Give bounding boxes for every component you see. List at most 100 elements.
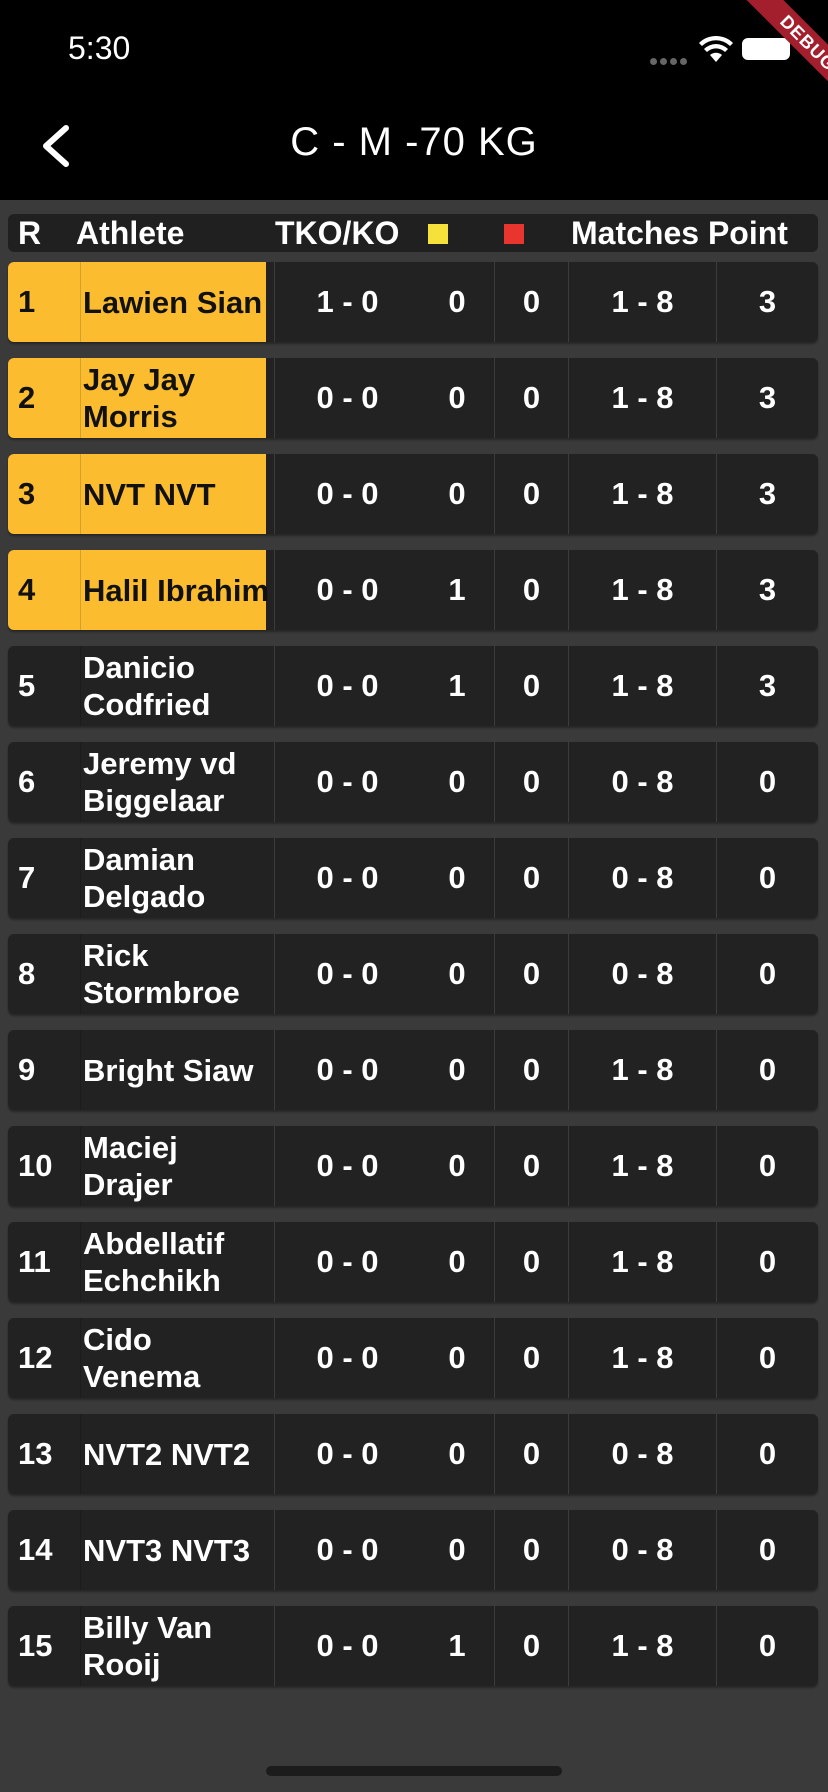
row-yellow-cards: 0 xyxy=(448,1532,466,1567)
table-row[interactable]: 8 Rick Stormbroe 0 - 0000 - 80 xyxy=(8,934,818,1014)
table-row[interactable]: 4 Halil Ibrahim 0 - 0 101 - 83 xyxy=(8,550,818,630)
row-points: 0 xyxy=(716,934,818,1014)
row-points: 0 xyxy=(716,1606,818,1686)
row-athlete-name: Jeremy vd Biggelaar xyxy=(80,742,274,822)
row-matches: 1 - 8 xyxy=(568,1318,716,1398)
row-rank: 4 xyxy=(18,572,36,607)
row-matches: 0 - 8 xyxy=(568,1414,716,1494)
header-tko: TKO/KO xyxy=(275,215,400,251)
row-matches: 1 - 8 xyxy=(568,1222,716,1302)
row-matches: 0 - 8 xyxy=(568,838,716,918)
row-points: 0 xyxy=(716,1222,818,1302)
table-row[interactable]: 13 NVT2 NVT2 0 - 0000 - 80 xyxy=(8,1414,818,1494)
row-yellow-cards: 0 xyxy=(448,1244,466,1279)
row-athlete-name: Rick Stormbroe xyxy=(80,934,274,1014)
row-points: 0 xyxy=(716,1510,818,1590)
row-yellow-cards: 0 xyxy=(448,476,466,511)
row-yellow-cards: 0 xyxy=(448,284,466,319)
table-row[interactable]: 7 Damian Delgado 0 - 0000 - 80 xyxy=(8,838,818,918)
row-matches: 0 - 8 xyxy=(568,1510,716,1590)
row-rank: 9 xyxy=(18,1052,36,1087)
row-yellow-cards: 1 xyxy=(448,668,466,703)
row-red-cards: 0 xyxy=(494,454,568,534)
row-points: 3 xyxy=(716,262,818,342)
row-tko: 0 - 0 xyxy=(274,1318,420,1398)
table-row[interactable]: 10 Maciej Drajer 0 - 0001 - 80 xyxy=(8,1126,818,1206)
row-athlete-name: Maciej Drajer xyxy=(80,1126,274,1206)
row-tko: 0 - 0 xyxy=(274,550,420,630)
row-tko: 1 - 0 xyxy=(274,262,420,342)
row-yellow-cards: 0 xyxy=(448,1436,466,1471)
row-tko: 0 - 0 xyxy=(274,454,420,534)
row-yellow-cards: 0 xyxy=(448,956,466,991)
table-row[interactable]: 14 NVT3 NVT3 0 - 0000 - 80 xyxy=(8,1510,818,1590)
row-rank: 11 xyxy=(18,1244,51,1279)
table-row[interactable]: 2 Jay Jay Morris 0 - 0001 - 83 xyxy=(8,358,818,438)
row-athlete-name: Abdellatif Echchikh xyxy=(80,1222,274,1302)
table-row[interactable]: 9 Bright Siaw 0 - 0001 - 80 xyxy=(8,1030,818,1110)
table-row[interactable]: 1 Lawien Sian 1 - 0001 - 83 xyxy=(8,262,818,342)
row-athlete-name: Damian Delgado xyxy=(80,838,274,918)
table-row[interactable]: 6 Jeremy vd Biggelaar 0 - 0000 - 80 xyxy=(8,742,818,822)
row-tko: 0 - 0 xyxy=(274,358,420,438)
row-yellow-cards: 0 xyxy=(448,1340,466,1375)
row-yellow-cards: 0 xyxy=(448,380,466,415)
row-athlete-name: Lawien Sian xyxy=(80,262,274,342)
row-rank: 6 xyxy=(18,764,36,799)
table-row[interactable]: 3 NVT NVT 0 - 0001 - 83 xyxy=(8,454,818,534)
row-tko: 0 - 0 xyxy=(274,742,420,822)
home-indicator xyxy=(266,1766,562,1776)
page-title: C - M -70 KG xyxy=(290,120,538,164)
header-matches-point: Matches Point xyxy=(571,215,788,251)
row-red-cards: 0 xyxy=(494,1606,568,1686)
row-red-cards: 0 xyxy=(494,1414,568,1494)
row-points: 0 xyxy=(716,1030,818,1110)
row-red-cards: 0 xyxy=(494,1222,568,1302)
row-points: 3 xyxy=(716,454,818,534)
table-row[interactable]: 15 Billy Van Rooij 0 - 0101 - 80 xyxy=(8,1606,818,1686)
row-points: 0 xyxy=(716,742,818,822)
row-tko: 0 - 0 xyxy=(274,838,420,918)
row-matches: 1 - 8 xyxy=(568,454,716,534)
row-athlete-name: Jay Jay Morris xyxy=(80,358,274,438)
row-points: 0 xyxy=(716,1414,818,1494)
row-matches: 1 - 8 xyxy=(568,1126,716,1206)
row-red-cards: 0 xyxy=(494,934,568,1014)
row-rank: 3 xyxy=(18,476,36,511)
row-red-cards: 0 xyxy=(494,838,568,918)
red-card-icon xyxy=(504,224,524,244)
row-rank: 7 xyxy=(18,860,36,895)
row-rank: 8 xyxy=(18,956,36,991)
row-points: 0 xyxy=(716,1126,818,1206)
cellular-signal-icon xyxy=(650,52,690,65)
row-athlete-name: NVT3 NVT3 xyxy=(80,1510,274,1590)
row-points: 0 xyxy=(716,838,818,918)
table-header: R Athlete TKO/KO Matches Point xyxy=(8,214,818,252)
table-row[interactable]: 12 Cido Venema 0 - 0001 - 80 xyxy=(8,1318,818,1398)
row-yellow-cards: 0 xyxy=(448,860,466,895)
header-rank: R xyxy=(18,215,42,251)
row-yellow-cards: 0 xyxy=(448,1052,466,1087)
table-row[interactable]: 11 Abdellatif Echchikh 0 - 0001 - 80 xyxy=(8,1222,818,1302)
row-rank: 1 xyxy=(18,284,36,319)
row-rank: 2 xyxy=(18,380,36,415)
table-row[interactable]: 5 Danicio Codfried 0 - 0 101 - 83 xyxy=(8,646,818,726)
yellow-card-icon xyxy=(428,224,448,244)
row-yellow-cards: 0 xyxy=(448,1148,466,1183)
row-matches: 1 - 8 xyxy=(568,358,716,438)
row-red-cards: 0 xyxy=(494,1318,568,1398)
row-matches: 1 - 8 xyxy=(568,646,716,726)
row-rank: 15 xyxy=(18,1628,53,1663)
row-rank: 10 xyxy=(18,1148,53,1183)
header-athlete: Athlete xyxy=(76,215,185,251)
row-yellow-cards: 1 xyxy=(448,1628,466,1663)
row-yellow-cards: 0 xyxy=(448,764,466,799)
row-tko: 0 - 0 xyxy=(274,1606,420,1686)
nav-bar: C - M -70 KG xyxy=(0,96,828,200)
row-tko: 0 - 0 xyxy=(274,1126,420,1206)
row-points: 3 xyxy=(716,646,818,726)
status-time: 5:30 xyxy=(68,30,131,66)
row-matches: 1 - 8 xyxy=(568,262,716,342)
row-rank: 5 xyxy=(18,668,36,703)
row-points: 3 xyxy=(716,550,818,630)
